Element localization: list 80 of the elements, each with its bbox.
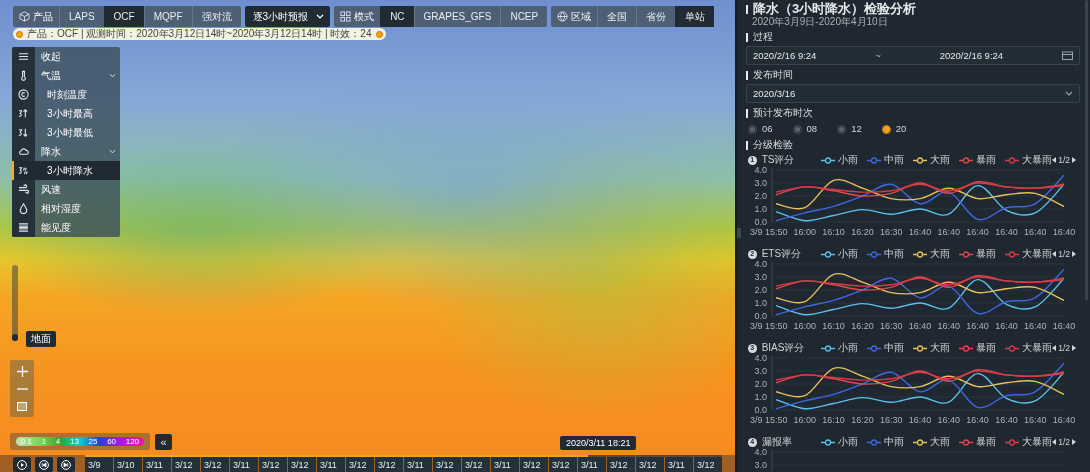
- axis-tick-label: 3/9 15:50: [750, 415, 788, 425]
- section-label: 发布时间: [753, 69, 793, 81]
- axis-tick-label: 4.0: [754, 166, 767, 175]
- axis-tick-label: 16:00: [793, 415, 817, 425]
- axis-tick-label: 16:40: [937, 415, 961, 425]
- axis-tick-label: 16:30: [879, 227, 903, 237]
- toolbar-group-label: 模式: [334, 6, 381, 27]
- axis-tick-label: 4.0: [754, 354, 767, 363]
- axis-tick-label: 16:40: [966, 227, 989, 237]
- axis-tick-label: 16:40: [908, 321, 932, 331]
- axis-tick-label: 16:40: [937, 321, 961, 331]
- axis-tick-label: 1.0: [754, 392, 767, 402]
- axis-tick-label: 16:30: [879, 415, 903, 425]
- panel-title: 降水（3小时降水）检验分析: [753, 2, 917, 16]
- scale-label: 1: [41, 437, 47, 446]
- page-indicator: 1/2: [1058, 248, 1070, 260]
- axis-tick-label: 16:40: [1052, 227, 1076, 237]
- axis-tick-label: 3.0: [754, 460, 767, 470]
- axis-tick-label: 2.0: [754, 379, 767, 389]
- axis-tick-label: 3.0: [754, 178, 767, 188]
- time-tooltip: 2020/3/11 18:21: [560, 436, 637, 450]
- axis-tick-label: 16:40: [995, 321, 1018, 331]
- axis-tick-label: 16:40: [966, 321, 989, 331]
- axis-tick-label: 16:40: [908, 415, 932, 425]
- axis-tick-label: 16:40: [995, 227, 1018, 237]
- axis-tick-label: 16:00: [793, 321, 817, 331]
- scale-label: 0.1: [20, 437, 32, 446]
- scale-label: 13: [69, 437, 79, 446]
- scale-label: 120: [125, 437, 140, 446]
- axis-tick-label: 16:20: [851, 321, 874, 331]
- page-indicator: 1/2: [1058, 342, 1070, 354]
- section-label: 分级检验: [753, 139, 793, 151]
- chart-title: ETS评分: [761, 248, 803, 260]
- axis-tick-label: 16:40: [937, 227, 961, 237]
- start-date: 2020/2/16 9:24: [753, 49, 817, 62]
- axis-tick-label: 0.0: [754, 217, 767, 227]
- axis-tick-label: 3/9 15:50: [750, 321, 788, 331]
- info-text: 产品：OCF | 观测时间：2020年3月12日14时~2020年3月12日14时 | 时效：24: [27, 27, 372, 41]
- axis-tick-label: 16:40: [966, 415, 989, 425]
- axis-tick-label: 16:40: [1052, 415, 1076, 425]
- axis-tick-label: 1.0: [754, 204, 767, 214]
- axis-tick-label: 16:40: [1023, 227, 1047, 237]
- axis-tick-label: 4.0: [754, 260, 767, 269]
- axis-tick-label: 16:20: [851, 415, 874, 425]
- scale-label: 60: [107, 437, 117, 446]
- end-date: 2020/2/16 9:24: [939, 49, 1004, 62]
- chart-title: BIAS评分: [761, 342, 806, 354]
- axis-tick-label: 3.0: [754, 366, 767, 376]
- scale-label: 25: [88, 437, 98, 446]
- chart-title: 漏报率: [761, 436, 793, 448]
- axis-tick-label: 3/9 15:50: [750, 227, 788, 237]
- toolbar-group-label: 产品: [13, 6, 59, 27]
- range-separator: ~: [875, 49, 881, 62]
- axis-tick-label: 16:10: [822, 321, 845, 331]
- axis-tick-label: 2.0: [754, 285, 767, 295]
- section-label: 过程: [753, 31, 773, 43]
- slider-tooltip: 地面: [26, 331, 56, 347]
- section-label: 预计发布时次: [753, 107, 813, 119]
- axis-tick-label: 16:00: [793, 227, 817, 237]
- axis-tick-label: 3.0: [754, 272, 767, 282]
- chart-title: TS评分: [761, 154, 796, 166]
- axis-tick-label: 16:30: [879, 321, 903, 331]
- axis-tick-label: 0.0: [754, 311, 767, 321]
- axis-tick-label: 0.0: [754, 405, 767, 415]
- axis-tick-label: 4.0: [754, 448, 767, 457]
- toolbar-group-label: 区域: [551, 6, 598, 27]
- axis-tick-label: 16:40: [908, 227, 932, 237]
- axis-tick-label: 16:40: [1023, 321, 1047, 331]
- page-indicator: 1/2: [1058, 154, 1070, 166]
- scale-label: 4: [55, 437, 61, 446]
- axis-tick-label: 16:20: [851, 227, 874, 237]
- axis-tick-label: 16:10: [822, 415, 845, 425]
- axis-tick-label: 16:40: [1052, 321, 1076, 331]
- axis-tick-label: 1.0: [754, 298, 767, 308]
- page-indicator: 1/2: [1058, 436, 1070, 448]
- axis-tick-label: 16:10: [822, 227, 845, 237]
- date-range-subtitle: 2020年3月9日-2020年4月10日: [752, 16, 889, 27]
- axis-tick-label: 16:40: [1023, 415, 1047, 425]
- axis-tick-label: 2.0: [754, 191, 767, 201]
- axis-tick-label: 16:40: [995, 415, 1018, 425]
